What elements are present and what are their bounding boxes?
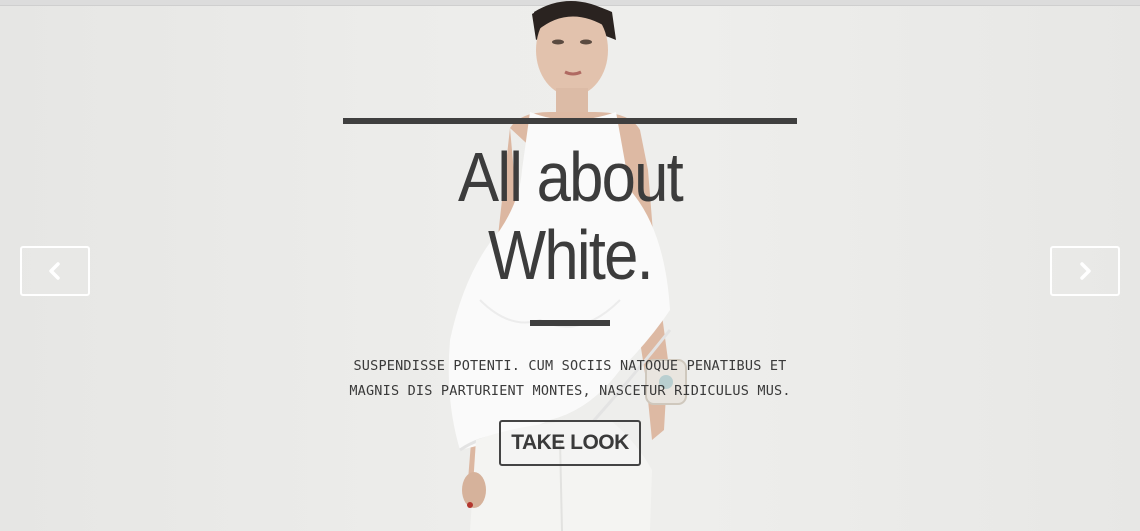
slide-title: All about White. xyxy=(458,138,684,294)
title-underline xyxy=(530,320,610,326)
hero-content: All about White. SUSPENDISSE POTENTI. CU… xyxy=(342,118,798,466)
take-look-button[interactable]: TAKE LOOK xyxy=(499,420,641,466)
next-slide-button[interactable] xyxy=(1050,246,1120,296)
chevron-left-icon xyxy=(47,262,63,280)
previous-slide-button[interactable] xyxy=(20,246,90,296)
title-top-rule xyxy=(343,118,797,124)
slide-description: SUSPENDISSE POTENTI. CUM SOCIIS NATOQUE … xyxy=(349,358,791,399)
chevron-right-icon xyxy=(1077,262,1093,280)
hero-slider: All about White. SUSPENDISSE POTENTI. CU… xyxy=(0,0,1140,531)
